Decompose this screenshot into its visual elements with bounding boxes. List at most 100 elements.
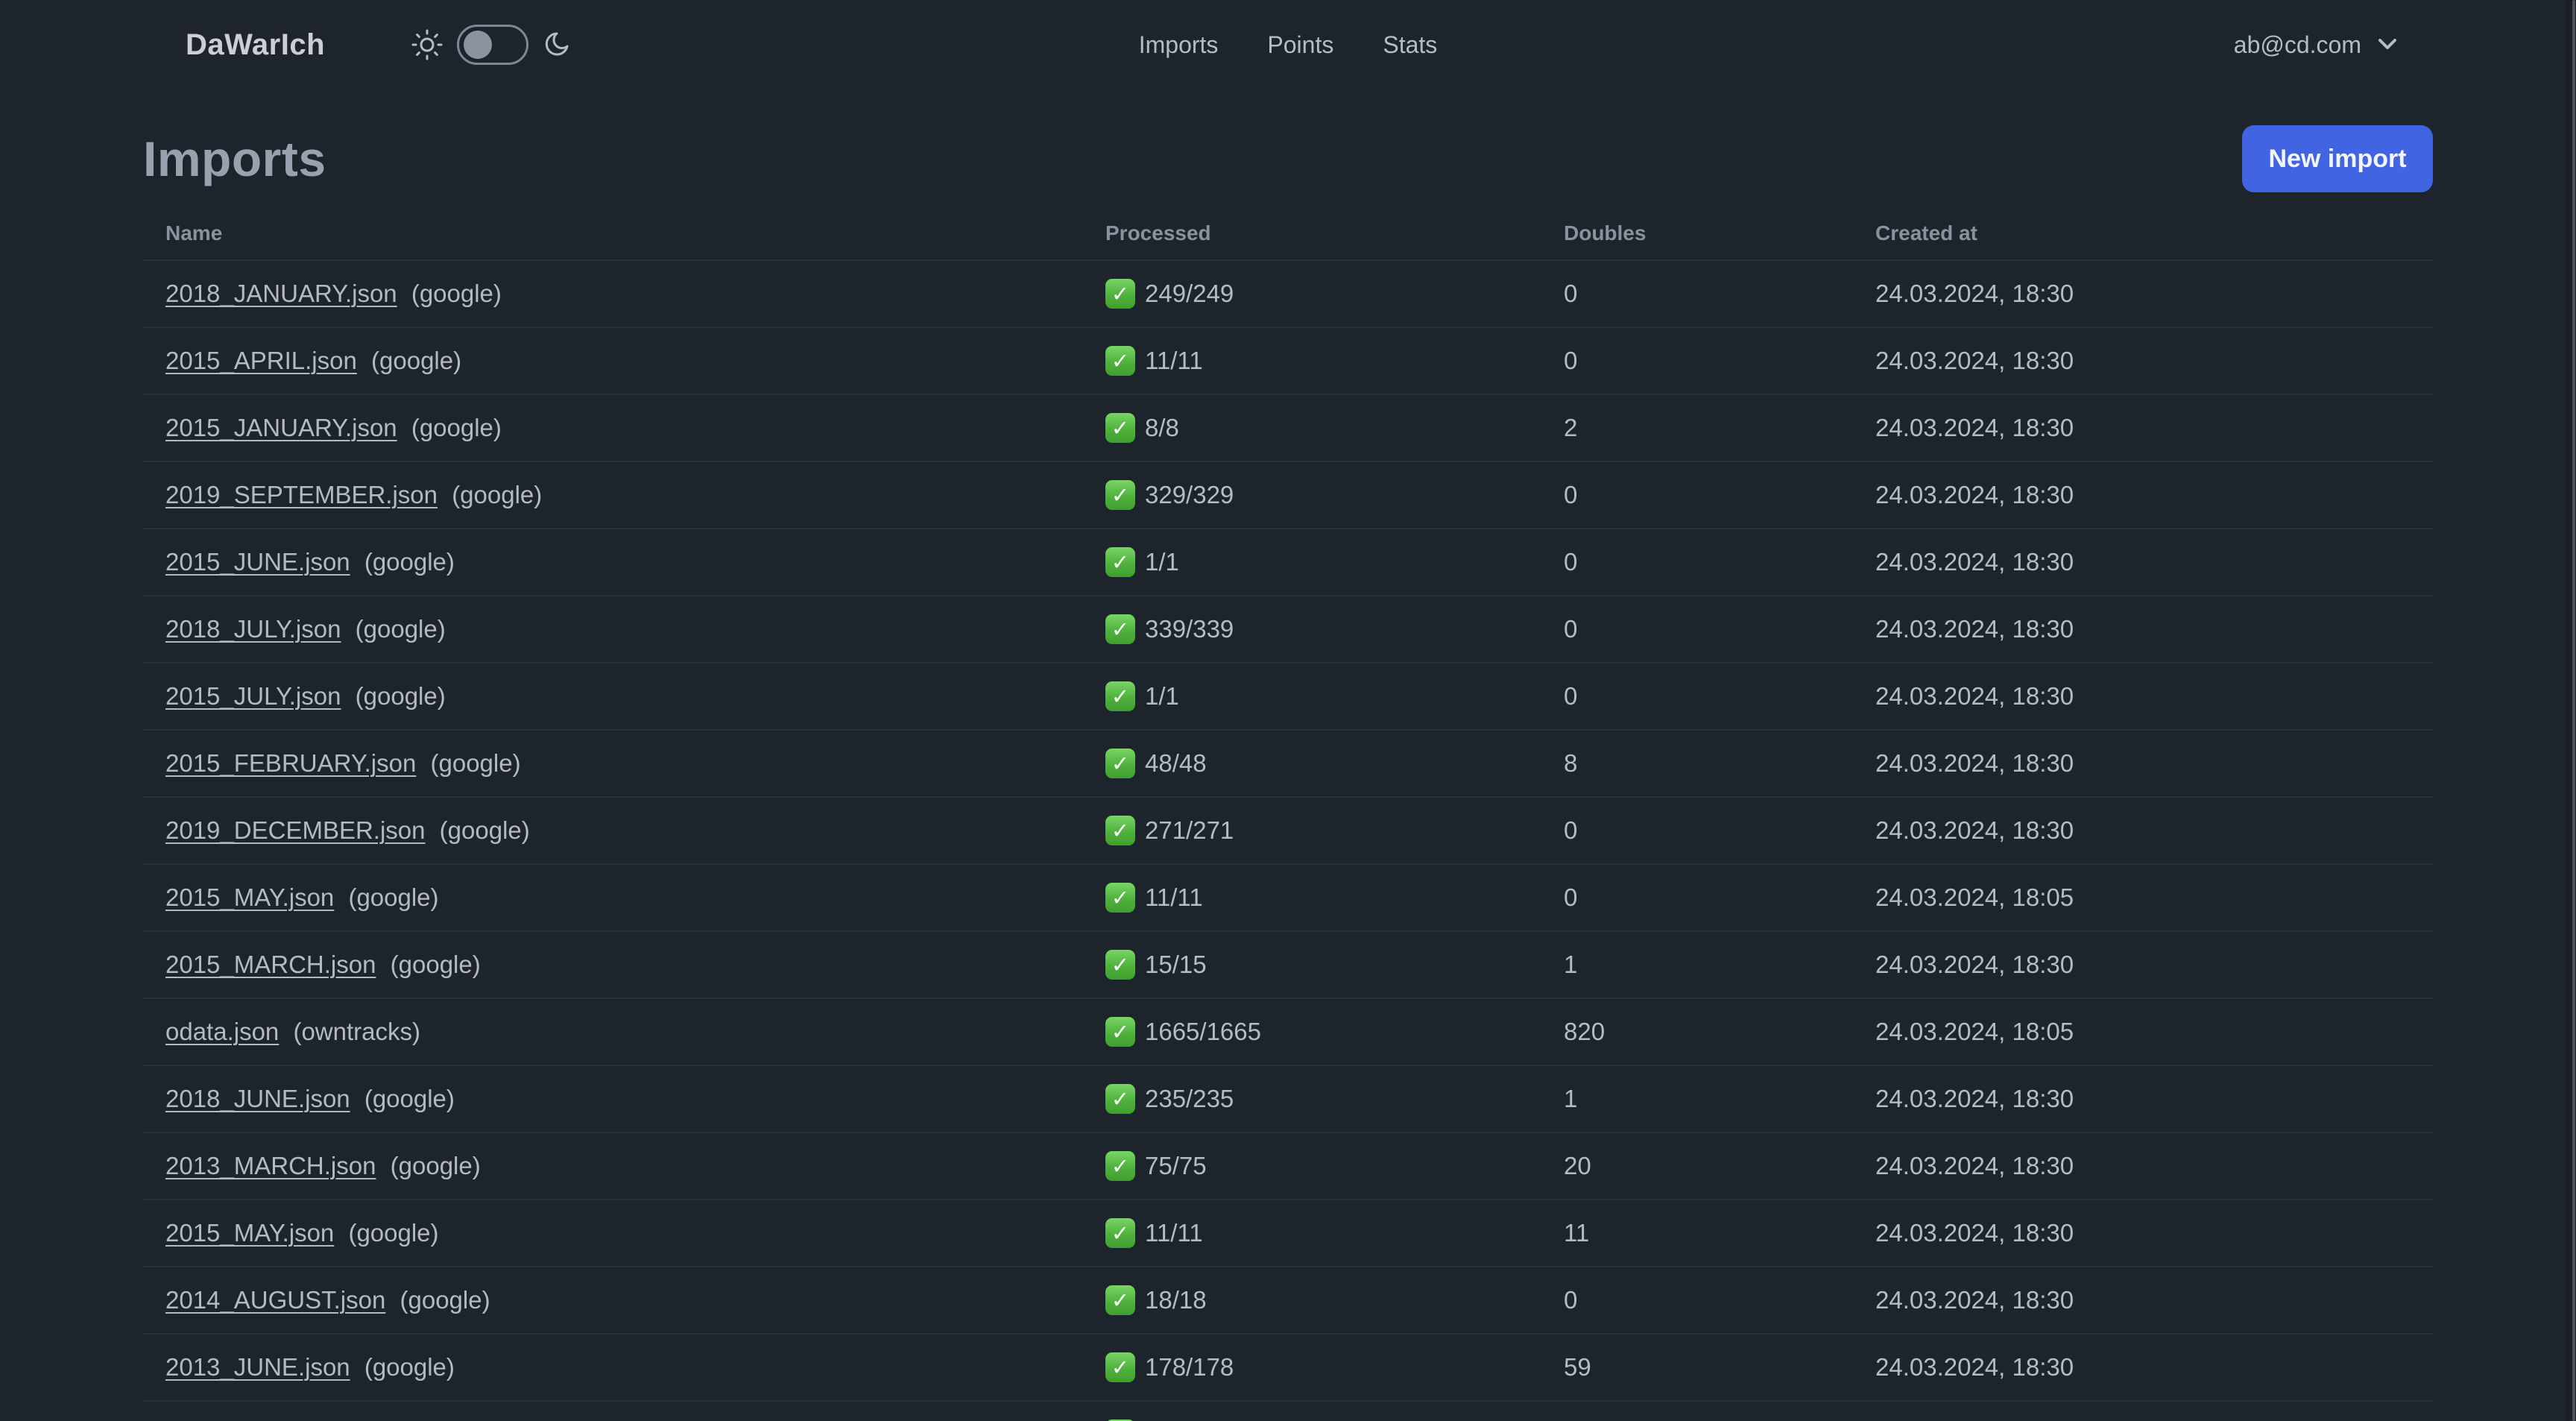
processed-count: 11/11 — [1145, 1219, 1203, 1247]
processed-cell: ✓ 271/271 — [1105, 816, 1564, 845]
processed-count: 249/249 — [1145, 280, 1234, 307]
table-header-row: Name Processed Doubles Created at — [143, 207, 2433, 261]
processed-count: 15/15 — [1145, 951, 1207, 978]
created-at: 24.03.2024, 18:30 — [1875, 1219, 2074, 1247]
import-source: (google) — [364, 548, 455, 576]
table-row: odata.json (owntracks) ✓ 1665/1665 820 2… — [143, 999, 2433, 1066]
created-at: 24.03.2024, 18:05 — [1875, 883, 2074, 911]
import-file-link[interactable]: 2015_APRIL.json — [165, 347, 357, 374]
doubles-count: 0 — [1564, 615, 1578, 643]
imports-table: Name Processed Doubles Created at 2018_J… — [143, 207, 2433, 1421]
processed-cell: ✓ 1/1 — [1105, 547, 1564, 577]
name-cell: 2018_JUNE.json (google) — [165, 1085, 1105, 1113]
processed-count: 75/75 — [1145, 1152, 1207, 1179]
import-source: (google) — [439, 816, 530, 844]
success-check-icon: ✓ — [1105, 749, 1135, 778]
name-cell: 2018_JANUARY.json (google) — [165, 280, 1105, 308]
column-header-created-at: Created at — [1875, 221, 1977, 245]
doubles-count: 0 — [1564, 280, 1578, 307]
column-header-name: Name — [165, 221, 223, 245]
import-file-link[interactable]: 2015_JANUARY.json — [165, 414, 397, 441]
table-row: 2015_JULY.json (google) ✓ 1/1 0 24.03.20… — [143, 664, 2433, 731]
import-file-link[interactable]: 2015_FEBRUARY.json — [165, 749, 416, 777]
import-file-link[interactable]: 2019_DECEMBER.json — [165, 816, 426, 844]
import-file-link[interactable]: 2015_JUNE.json — [165, 548, 350, 576]
processed-cell: ✓ 249/249 — [1105, 279, 1564, 309]
processed-count: 235/235 — [1145, 1085, 1234, 1112]
processed-count: 339/339 — [1145, 615, 1234, 643]
new-import-button[interactable]: New import — [2242, 125, 2433, 192]
processed-count: 178/178 — [1145, 1353, 1234, 1381]
import-source: (google) — [390, 951, 481, 978]
table-row: 2015_MAY.json (google) ✓ 11/11 11 24.03.… — [143, 1200, 2433, 1267]
processed-cell: ✓ 329/329 — [1105, 480, 1564, 510]
theme-toggle-knob[interactable] — [464, 31, 493, 59]
name-cell: 2013_JUNE.json (google) — [165, 1353, 1105, 1381]
import-file-link[interactable]: 2013_JUNE.json — [165, 1353, 350, 1381]
success-check-icon: ✓ — [1105, 1352, 1135, 1382]
import-file-link[interactable]: 2013_MARCH.json — [165, 1152, 376, 1179]
success-check-icon: ✓ — [1105, 1084, 1135, 1114]
success-check-icon: ✓ — [1105, 480, 1135, 510]
name-cell: 2015_JULY.json (google) — [165, 682, 1105, 710]
import-file-link[interactable]: 2015_MAY.json — [165, 1219, 334, 1247]
name-cell: odata.json (owntracks) — [165, 1018, 1105, 1046]
table-row: 2015_MAY.json (google) ✓ 11/11 0 24.03.2… — [143, 865, 2433, 932]
doubles-count: 8 — [1564, 749, 1578, 777]
nav-link-imports[interactable]: Imports — [1139, 31, 1219, 59]
import-file-link[interactable]: 2018_JANUARY.json — [165, 280, 397, 307]
theme-toggle-switch[interactable] — [457, 25, 529, 65]
import-file-link[interactable]: 2018_JUNE.json — [165, 1085, 350, 1112]
import-file-link[interactable]: 2014_AUGUST.json — [165, 1286, 385, 1314]
doubles-count: 0 — [1564, 347, 1578, 374]
doubles-count: 0 — [1564, 481, 1578, 508]
name-cell: 2014_AUGUST.json (google) — [165, 1286, 1105, 1314]
nav-link-stats[interactable]: Stats — [1383, 31, 1437, 59]
import-file-link[interactable]: odata.json — [165, 1018, 279, 1045]
name-cell: 2015_FEBRUARY.json (google) — [165, 749, 1105, 778]
import-file-link[interactable]: 2015_JULY.json — [165, 682, 341, 710]
scrollbar-thumb[interactable] — [2572, 0, 2575, 1421]
processed-cell: ✓ 339/339 — [1105, 614, 1564, 644]
import-file-link[interactable]: 2015_MAY.json — [165, 883, 334, 911]
doubles-count: 820 — [1564, 1018, 1606, 1045]
table-row: 2015_JUNE.json (google) ✓ 1/1 0 24.03.20… — [143, 529, 2433, 596]
success-check-icon: ✓ — [1105, 614, 1135, 644]
table-row: 2018_JULY.json (google) ✓ 339/339 0 24.0… — [143, 596, 2433, 664]
import-file-link[interactable]: 2019_SEPTEMBER.json — [165, 481, 438, 508]
created-at: 24.03.2024, 18:30 — [1875, 414, 2074, 441]
nav-link-points[interactable]: Points — [1267, 31, 1333, 59]
success-check-icon: ✓ — [1105, 1285, 1135, 1315]
table-row: 2014_AUGUST.json (google) ✓ 18/18 0 24.0… — [143, 1267, 2433, 1335]
processed-cell: ✓ 1665/1665 — [1105, 1017, 1564, 1047]
doubles-count: 1 — [1564, 1085, 1578, 1112]
imports-page: Imports New import Name Processed Double… — [143, 89, 2433, 1421]
processed-count: 1/1 — [1145, 548, 1179, 576]
import-file-link[interactable]: 2018_JULY.json — [165, 615, 341, 643]
success-check-icon: ✓ — [1105, 681, 1135, 711]
column-header-doubles: Doubles — [1564, 221, 1647, 245]
user-menu[interactable]: ab@cd.com — [2234, 31, 2397, 59]
name-cell: 2015_APRIL.json (google) — [165, 347, 1105, 375]
import-source: (google) — [452, 481, 543, 508]
success-check-icon: ✓ — [1105, 1017, 1135, 1047]
doubles-count: 0 — [1564, 883, 1578, 911]
import-source: (google) — [348, 883, 439, 911]
import-source: (google) — [364, 1353, 455, 1381]
app-logo[interactable]: DaWarIch — [186, 28, 325, 62]
doubles-count: 0 — [1564, 682, 1578, 710]
title-row: Imports New import — [143, 125, 2433, 192]
import-source: (google) — [355, 682, 446, 710]
success-check-icon: ✓ — [1105, 279, 1135, 309]
table-row: 2019_SEPTEMBER.json (google) ✓ 329/329 0… — [143, 462, 2433, 529]
theme-toggle[interactable] — [411, 25, 570, 65]
success-check-icon: ✓ — [1105, 883, 1135, 913]
doubles-count: 0 — [1564, 816, 1578, 844]
import-file-link[interactable]: 2015_MARCH.json — [165, 951, 376, 978]
processed-count: 329/329 — [1145, 481, 1234, 508]
processed-cell: ✓ 178/178 — [1105, 1352, 1564, 1382]
processed-count: 1665/1665 — [1145, 1018, 1261, 1045]
processed-cell: ✓ 11/11 — [1105, 883, 1564, 913]
name-cell: 2015_JUNE.json (google) — [165, 548, 1105, 576]
processed-count: 1/1 — [1145, 682, 1179, 710]
